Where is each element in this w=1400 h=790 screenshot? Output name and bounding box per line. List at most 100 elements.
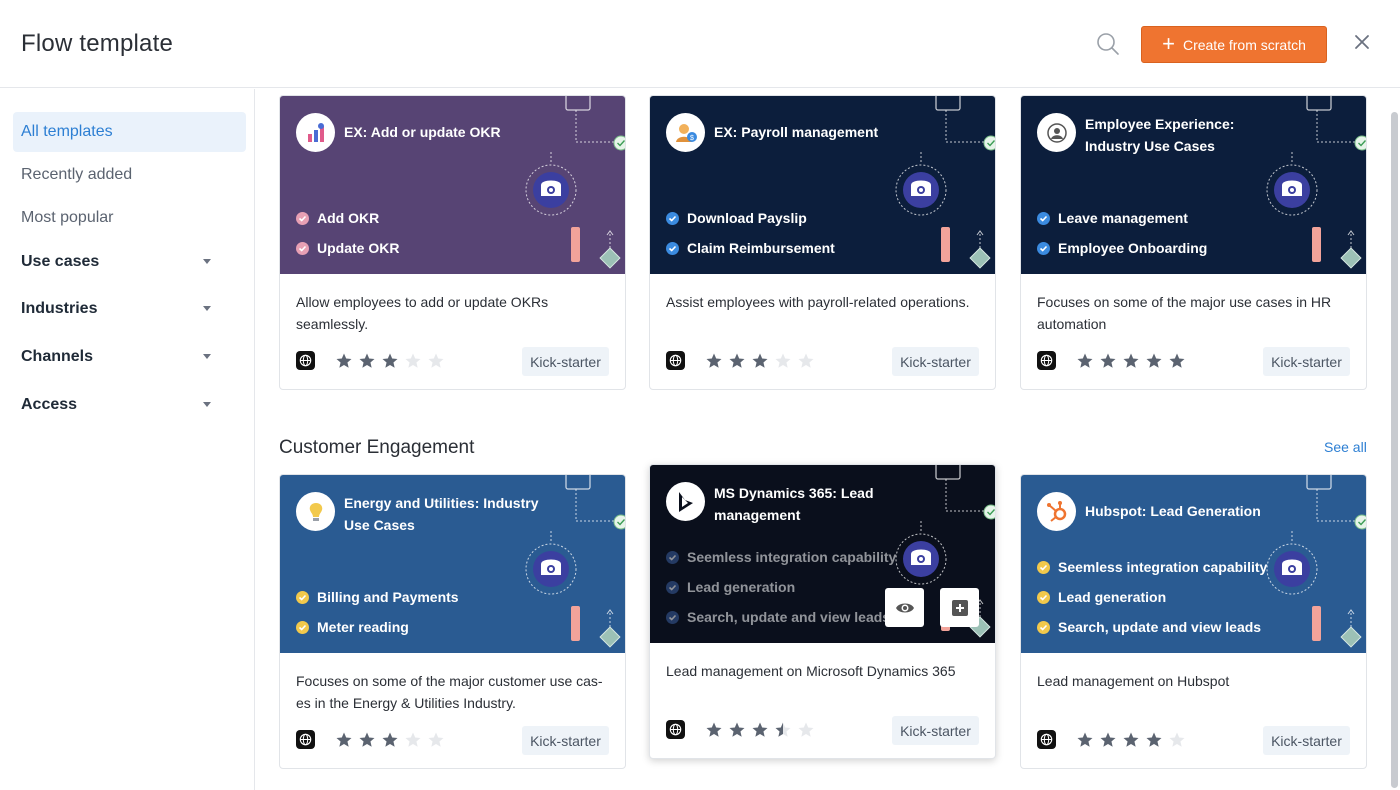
feature-label: Download Payslip bbox=[687, 210, 807, 226]
card-title: Hubspot: Lead Generation bbox=[1085, 503, 1261, 519]
check-circle-icon bbox=[296, 620, 309, 634]
sidebar-item-label: Most popular bbox=[21, 209, 114, 226]
plus-icon: + bbox=[1162, 30, 1175, 56]
globe-icon bbox=[1037, 351, 1056, 370]
check-circle-icon bbox=[1037, 590, 1050, 604]
star-icon bbox=[1077, 353, 1093, 368]
star-icon bbox=[359, 353, 375, 368]
card-title: MS Dynamics 365: Lead management bbox=[714, 485, 874, 523]
star-icon bbox=[1146, 732, 1162, 747]
feature-label: Search, update and view leads bbox=[687, 609, 891, 625]
sidebar: All templates Recently added Most popula… bbox=[0, 89, 255, 790]
okr-icon bbox=[296, 113, 335, 152]
card-description: Assist employees with payroll-related op… bbox=[666, 294, 970, 310]
sidebar-group-access[interactable]: Access bbox=[13, 385, 246, 425]
star-icon bbox=[1077, 732, 1093, 747]
scrollbar[interactable] bbox=[1391, 112, 1398, 788]
star-icon bbox=[359, 732, 375, 747]
preview-button[interactable] bbox=[885, 588, 924, 627]
feature-label: Meter reading bbox=[317, 619, 409, 635]
star-icon bbox=[405, 353, 421, 368]
star-rating bbox=[1076, 731, 1186, 749]
feature-label: Update OKR bbox=[317, 240, 400, 256]
kick-starter-tag: Kick-starter bbox=[892, 347, 979, 376]
globe-icon bbox=[1037, 730, 1056, 749]
sidebar-item-all-templates[interactable]: All templates bbox=[13, 112, 246, 152]
feature-item: Lead generation bbox=[1037, 589, 1166, 605]
feature-label: Billing and Payments bbox=[317, 589, 459, 605]
feature-label: Employee Onboarding bbox=[1058, 240, 1208, 256]
card-banner: EX: Add or update OKR Add OKR Update OKR bbox=[280, 96, 625, 274]
feature-item: Add OKR bbox=[296, 210, 379, 226]
feature-label: Seemless integration capability bbox=[1058, 559, 1268, 575]
check-circle-icon bbox=[296, 590, 309, 604]
feature-item: Leave management bbox=[1037, 210, 1188, 226]
card-banner: MS Dynamics 365: Lead management Seemles… bbox=[650, 465, 995, 643]
star-icon bbox=[775, 353, 791, 368]
star-icon bbox=[1100, 353, 1116, 368]
sidebar-item-label: Industries bbox=[21, 300, 98, 317]
card-title: EX: Add or update OKR bbox=[344, 124, 501, 140]
feature-label: Seemless integration capability bbox=[687, 549, 897, 565]
dynamics-icon bbox=[666, 482, 705, 521]
check-circle-icon bbox=[1037, 560, 1050, 574]
sidebar-item-most-popular[interactable]: Most popular bbox=[13, 198, 246, 238]
feature-label: Lead generation bbox=[687, 579, 796, 595]
feature-item: Meter reading bbox=[296, 619, 409, 635]
star-icon bbox=[706, 722, 722, 737]
feature-item: Seemless integration capability bbox=[666, 549, 896, 565]
add-template-button[interactable] bbox=[940, 588, 979, 627]
star-icon bbox=[798, 353, 814, 368]
card-banner: Hubspot: Lead Generation Seemless integr… bbox=[1021, 475, 1366, 653]
star-rating bbox=[335, 352, 445, 370]
check-circle-icon bbox=[666, 580, 679, 594]
star-icon bbox=[706, 353, 722, 368]
feature-item: Employee Onboarding bbox=[1037, 240, 1207, 256]
card-title: Employee Experience: Industry Use Cases bbox=[1085, 116, 1235, 154]
template-card[interactable]: Hubspot: Lead Generation Seemless integr… bbox=[1020, 474, 1367, 769]
card-banner: Employee Experience: Industry Use Cases … bbox=[1021, 96, 1366, 274]
sidebar-group-use-cases[interactable]: Use cases bbox=[13, 242, 246, 282]
modal-header: Flow template + Create from scratch bbox=[0, 0, 1400, 88]
star-icon bbox=[752, 722, 768, 737]
star-icon bbox=[382, 353, 398, 368]
feature-label: Lead generation bbox=[1058, 589, 1167, 605]
template-card[interactable]: Energy and Utilities: Industry Use Cases… bbox=[279, 474, 626, 769]
feature-item: Search, update and view leads bbox=[1037, 619, 1261, 635]
card-description: Focuses on some of the major use cases i… bbox=[1037, 294, 1332, 332]
hr-icon bbox=[1037, 113, 1076, 152]
globe-icon bbox=[296, 351, 315, 370]
create-from-scratch-button[interactable]: + Create from scratch bbox=[1141, 26, 1327, 63]
star-rating bbox=[705, 352, 815, 370]
sidebar-item-label: All templates bbox=[21, 123, 113, 140]
template-card[interactable]: $ EX: Payroll management Download Paysli… bbox=[649, 95, 996, 390]
globe-icon bbox=[666, 351, 685, 370]
star-icon bbox=[1123, 732, 1139, 747]
check-circle-icon bbox=[296, 211, 309, 225]
template-card[interactable]: EX: Add or update OKR Add OKR Update OKR… bbox=[279, 95, 626, 390]
template-card[interactable]: Employee Experience: Industry Use Cases … bbox=[1020, 95, 1367, 390]
template-card-hovered[interactable]: MS Dynamics 365: Lead management Seemles… bbox=[649, 464, 996, 759]
kick-starter-tag: Kick-starter bbox=[892, 716, 979, 745]
card-banner: Energy and Utilities: Industry Use Cases… bbox=[280, 475, 625, 653]
star-icon bbox=[729, 353, 745, 368]
check-circle-icon bbox=[666, 241, 679, 255]
feature-label: Add OKR bbox=[317, 210, 380, 226]
star-icon bbox=[1100, 732, 1116, 747]
star-icon bbox=[752, 353, 768, 368]
search-icon[interactable] bbox=[1094, 30, 1122, 58]
globe-icon bbox=[296, 730, 315, 749]
sidebar-group-channels[interactable]: Channels bbox=[13, 337, 246, 377]
check-circle-icon bbox=[296, 241, 309, 255]
see-all-link[interactable]: See all bbox=[1324, 439, 1367, 455]
eye-icon bbox=[895, 603, 914, 612]
caret-down-icon bbox=[203, 259, 211, 264]
caret-down-icon bbox=[203, 354, 211, 359]
check-circle-icon bbox=[1037, 211, 1050, 225]
card-description: Focuses on some of the major customer us… bbox=[296, 673, 603, 711]
check-circle-icon bbox=[666, 211, 679, 225]
sidebar-item-recently-added[interactable]: Recently added bbox=[13, 155, 246, 195]
close-icon[interactable] bbox=[1350, 30, 1374, 54]
card-description: Lead management on Hubspot bbox=[1037, 673, 1230, 689]
sidebar-group-industries[interactable]: Industries bbox=[13, 289, 246, 329]
